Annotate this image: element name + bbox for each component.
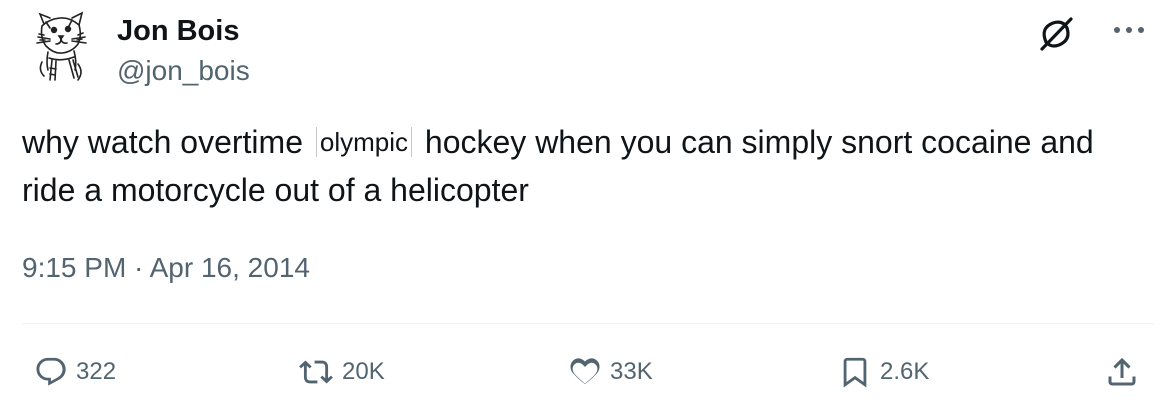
share-icon — [1108, 357, 1136, 386]
grok-button[interactable] — [1034, 14, 1078, 54]
bookmark-count: 2.6K — [880, 358, 930, 385]
tweet-timestamp[interactable]: 9:15 PM · Apr 16, 2014 — [22, 250, 310, 286]
like-button[interactable]: 33K — [568, 350, 653, 394]
reply-button[interactable]: 322 — [34, 350, 116, 394]
more-button[interactable] — [1104, 14, 1154, 46]
grok-icon — [1040, 17, 1073, 51]
heart-icon — [570, 358, 600, 385]
like-count: 33K — [610, 358, 653, 385]
more-icon — [1114, 27, 1144, 33]
bookmark-icon — [843, 357, 867, 388]
avatar[interactable] — [22, 8, 102, 92]
repost-icon — [299, 360, 333, 384]
tweet-inline-word: olympic — [315, 127, 413, 157]
author-name[interactable]: Jon Bois — [117, 14, 239, 48]
reply-count: 322 — [76, 358, 117, 385]
share-button[interactable] — [1104, 350, 1140, 394]
bookmark-button[interactable]: 2.6K — [838, 350, 929, 394]
divider — [22, 323, 1154, 324]
avatar-image — [36, 11, 87, 81]
tweet-text-before: why watch overtime — [22, 124, 303, 160]
author-handle[interactable]: @jon_bois — [117, 55, 250, 87]
repost-count: 20K — [342, 358, 385, 385]
tweet-text: why watch overtime olympic hockey when y… — [22, 118, 1152, 214]
reply-icon — [36, 357, 66, 386]
repost-button[interactable]: 20K — [298, 350, 385, 394]
